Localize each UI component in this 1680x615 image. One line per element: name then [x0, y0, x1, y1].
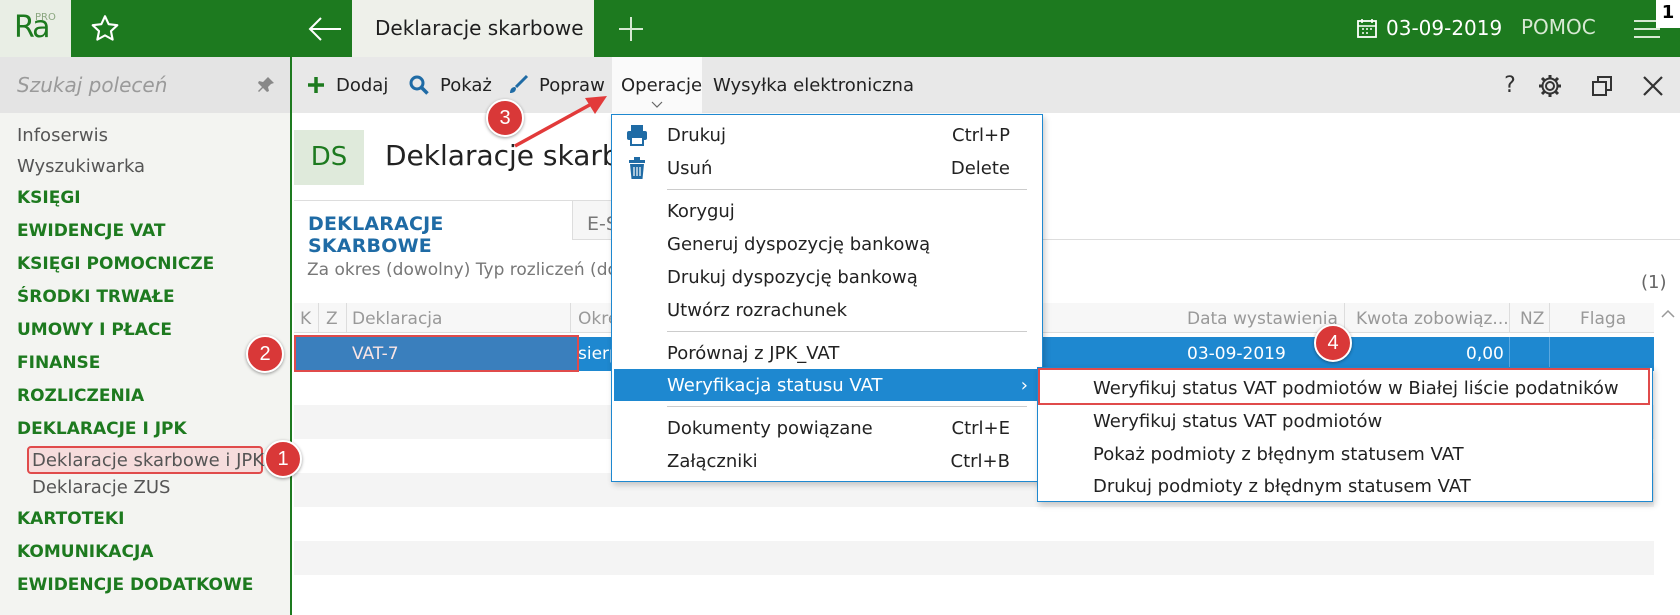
sidebar-item-wyszukiwarka[interactable]: Wyszukiwarka [17, 156, 145, 177]
calendar-icon [1357, 19, 1377, 38]
sidebar-item-deklaracje-zus[interactable]: Deklaracje ZUS [32, 477, 170, 498]
sidebar-item-komunikacja[interactable]: KOMUNIKACJA [17, 542, 153, 562]
date-display[interactable]: 03-09-2019 [1356, 12, 1502, 44]
restore-window-icon[interactable] [1587, 71, 1617, 101]
corner-number-badge: 1 [1656, 0, 1680, 28]
menu-item-usun[interactable]: Usuń Delete [612, 152, 1042, 184]
sidebar-item-rozliczenia[interactable]: ROZLICZENIA [17, 386, 144, 406]
close-icon[interactable] [1638, 71, 1668, 101]
menu-item-dokumenty-powiazane[interactable]: Dokumenty powiązane Ctrl+E [612, 412, 1042, 444]
row-highlight-frame [294, 335, 579, 372]
sidebar-item-srodki-trwale[interactable]: ŚRODKI TRWAŁE [17, 287, 175, 307]
chevron-down-icon [651, 101, 663, 108]
new-tab-plus-icon[interactable] [614, 12, 648, 46]
submenu-highlight-frame [1038, 368, 1650, 405]
logo-badge: PRO [35, 12, 56, 23]
help-link[interactable]: POMOC [1521, 15, 1596, 39]
operations-label: Operacje [621, 74, 703, 96]
menu-separator [667, 331, 1027, 332]
scroll-up-icon[interactable] [1660, 308, 1676, 320]
tab-deklaracje-skarbowe-list[interactable]: DEKLARACJE SKARBOWE [294, 200, 572, 257]
command-search-input[interactable]: Szukaj poleceń [0, 57, 290, 113]
col-deklaracja[interactable]: Deklaracja [352, 309, 442, 329]
col-kwota-zobowiazania[interactable]: Kwota zobowiąz... [1356, 309, 1509, 329]
show-label: Pokaż [440, 74, 492, 96]
menu-item-utworz-rozrachunek[interactable]: Utwórz rozrachunek [612, 294, 1042, 326]
sidebar-item-kartoteki[interactable]: KARTOTEKI [17, 509, 124, 529]
col-flaga[interactable]: Flaga [1580, 309, 1626, 329]
favorites-star-icon[interactable] [88, 12, 122, 46]
step-marker-4: 4 [1314, 324, 1352, 362]
eshipping-button[interactable]: Wysyłka elektroniczna [713, 57, 914, 113]
printer-icon [627, 125, 647, 146]
add-label: Dodaj [336, 74, 389, 96]
search-icon [409, 75, 429, 95]
sidebar-item-deklaracje-skarbowe-i-jpk[interactable]: Deklaracje skarbowe i JPK [32, 450, 264, 471]
app-logo[interactable]: Ra PRO [0, 0, 71, 57]
gear-icon[interactable] [1535, 71, 1565, 101]
back-arrow-icon[interactable] [305, 12, 345, 46]
step-marker-1: 1 [264, 440, 302, 478]
sidebar-item-ksiegi-pomocnicze[interactable]: KSIĘGI POMOCNICZE [17, 254, 214, 274]
menu-item-zalaczniki[interactable]: Załączniki Ctrl+B [612, 445, 1042, 477]
step-marker-3: 3 [486, 99, 524, 137]
tab-deklaracje-skarbowe[interactable]: Deklaracje skarbowe [352, 0, 594, 57]
chevron-right-icon: › [1020, 375, 1028, 396]
help-question-icon[interactable]: ? [1495, 71, 1525, 101]
show-button[interactable]: Pokaż [408, 57, 492, 113]
pin-icon[interactable] [256, 75, 276, 95]
search-placeholder: Szukaj poleceń [17, 73, 168, 97]
tab-label: Deklaracje skarbowe [375, 16, 584, 40]
trash-icon [629, 157, 645, 179]
eshipping-label: Wysyłka elektroniczna [713, 74, 914, 96]
date-text: 03-09-2019 [1386, 16, 1503, 40]
menu-item-porownaj-jpk[interactable]: Porównaj z JPK_VAT [612, 337, 1042, 369]
sidebar-item-deklaracje-i-jpk[interactable]: DEKLARACJE I JPK [17, 419, 187, 439]
sidebar-item-ksiegi[interactable]: KSIĘGI [17, 188, 81, 208]
menu-item-drukuj-dyspozycje[interactable]: Drukuj dyspozycję bankową [612, 261, 1042, 293]
sidebar-item-ewidencje-dodatkowe[interactable]: EWIDENCJE DODATKOWE [17, 575, 253, 595]
menu-item-koryguj[interactable]: Koryguj [612, 195, 1042, 227]
cell-date: 03-09-2019 [1187, 344, 1286, 364]
submenu-item-drukuj-bledne[interactable]: Drukuj podmioty z błędnym statusem VAT [1038, 470, 1652, 502]
menu-item-generuj-dyspozycje[interactable]: Generuj dyspozycję bankową [612, 228, 1042, 260]
col-z[interactable]: Z [326, 309, 338, 329]
sidebar-item-ewidencje-vat[interactable]: EWIDENCJE VAT [17, 221, 165, 241]
step-marker-2: 2 [246, 335, 284, 373]
plus-icon [308, 77, 324, 93]
module-badge: DS [294, 130, 364, 185]
col-data-wystawienia[interactable]: Data wystawienia [1187, 309, 1338, 329]
top-bar: Ra PRO Deklaracje skarbowe 03-09-2019 PO… [0, 0, 1680, 57]
sidebar-item-umowy-i-place[interactable]: UMOWY I PŁACE [17, 320, 172, 340]
menu-separator [667, 189, 1027, 190]
col-k[interactable]: K [300, 309, 311, 329]
sidebar-item-finanse[interactable]: FINANSE [17, 353, 100, 373]
menu-item-weryfikacja-statusu-vat[interactable]: Weryfikacja statusu VAT › [614, 369, 1042, 401]
filters-bar[interactable]: Za okres (dowolny) Typ rozliczeń (do [307, 260, 618, 280]
submenu-item-pokaz-bledne[interactable]: Pokaż podmioty z błędnym statusem VAT [1038, 438, 1652, 470]
operations-dropdown-menu: Drukuj Ctrl+P Usuń Delete Koryguj Generu… [611, 114, 1043, 482]
submenu-item-weryfikuj-status[interactable]: Weryfikuj status VAT podmiotów [1038, 405, 1652, 437]
cell-amount: 0,00 [1466, 344, 1504, 364]
add-button[interactable]: Dodaj [306, 57, 388, 113]
col-nz[interactable]: NZ [1520, 309, 1544, 329]
tab1-label: DEKLARACJE SKARBOWE [308, 213, 444, 257]
menu-item-drukuj[interactable]: Drukuj Ctrl+P [612, 119, 1042, 151]
menu-separator [667, 406, 1027, 407]
empty-row-stripe [294, 541, 1654, 575]
record-count: (1) [1641, 272, 1667, 293]
sidebar-item-infoserwis[interactable]: Infoserwis [17, 125, 108, 146]
